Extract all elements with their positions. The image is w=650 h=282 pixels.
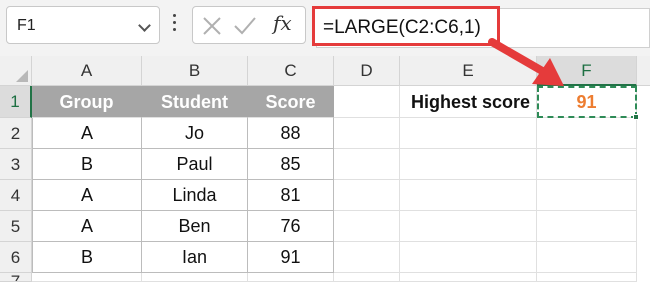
table-cell[interactable]: Jo [142, 118, 248, 149]
cell-d6[interactable] [334, 242, 400, 273]
formula-highlight-box[interactable]: =LARGE(C2:C6,1) [312, 6, 500, 46]
cell-d7[interactable] [334, 273, 400, 282]
row-header-4[interactable]: 4 [0, 180, 32, 211]
cell-f4[interactable] [537, 180, 637, 211]
table-cell[interactable]: A [32, 118, 142, 149]
table-cell[interactable]: Linda [142, 180, 248, 211]
column-header-c[interactable]: C [248, 56, 334, 86]
more-icon[interactable] [172, 14, 178, 36]
formula-buttons: fx [192, 6, 306, 44]
cell-b7[interactable] [142, 273, 248, 282]
table-cell[interactable]: A [32, 180, 142, 211]
row-header-3[interactable]: 3 [0, 149, 32, 180]
row-header-6[interactable]: 6 [0, 242, 32, 273]
formula-text: =LARGE(C2:C6,1) [323, 17, 481, 38]
cell-d2[interactable] [334, 118, 400, 149]
cell-f6[interactable] [537, 242, 637, 273]
cell-f3[interactable] [537, 149, 637, 180]
column-header-d[interactable]: D [334, 56, 400, 86]
insert-function-icon[interactable]: fx [273, 11, 292, 35]
select-all-button[interactable] [0, 56, 32, 86]
column-header-f[interactable]: F [537, 56, 637, 86]
cell-d4[interactable] [334, 180, 400, 211]
cell-f5[interactable] [537, 211, 637, 242]
spreadsheet-grid: A B C D E F 1 2 3 4 5 6 7 Group Student … [0, 56, 650, 282]
table-header-student[interactable]: Student [142, 86, 248, 118]
cell-d5[interactable] [334, 211, 400, 242]
cell-d1[interactable] [334, 86, 400, 118]
name-box[interactable]: F1 [6, 6, 160, 44]
cell-f7[interactable] [537, 273, 637, 282]
table-cell[interactable]: B [32, 149, 142, 180]
cell-e6[interactable] [400, 242, 537, 273]
column-header-b[interactable]: B [142, 56, 248, 86]
row-header-7[interactable]: 7 [0, 273, 32, 282]
cell-e5[interactable] [400, 211, 537, 242]
table-cell[interactable]: 81 [248, 180, 334, 211]
column-header-e[interactable]: E [400, 56, 537, 86]
table-cell[interactable]: Paul [142, 149, 248, 180]
name-box-value: F1 [17, 17, 36, 34]
cell-e4[interactable] [400, 180, 537, 211]
column-header-g[interactable] [637, 56, 650, 86]
cancel-icon[interactable] [201, 15, 223, 37]
table-header-score[interactable]: Score [248, 86, 334, 118]
table-cell[interactable]: 85 [248, 149, 334, 180]
table-cell[interactable]: Ben [142, 211, 248, 242]
cell-f2[interactable] [537, 118, 637, 149]
table-cell[interactable]: 91 [248, 242, 334, 273]
enter-check-icon[interactable] [233, 15, 257, 37]
cell-c7[interactable] [248, 273, 334, 282]
row-header-1[interactable]: 1 [0, 86, 32, 118]
cell-e3[interactable] [400, 149, 537, 180]
cell-e7[interactable] [400, 273, 537, 282]
table-header-group[interactable]: Group [32, 86, 142, 118]
table-cell[interactable]: 76 [248, 211, 334, 242]
formula-bar: F1 fx =LARGE(C2:C6,1) [0, 0, 650, 56]
cell-d3[interactable] [334, 149, 400, 180]
highest-score-label[interactable]: Highest score [400, 86, 537, 118]
cell-a7[interactable] [32, 273, 142, 282]
chevron-down-icon[interactable] [138, 19, 151, 32]
table-cell[interactable]: A [32, 211, 142, 242]
table-cell[interactable]: B [32, 242, 142, 273]
row-header-5[interactable]: 5 [0, 211, 32, 242]
column-header-a[interactable]: A [32, 56, 142, 86]
row-header-2[interactable]: 2 [0, 118, 32, 149]
highest-score-value[interactable]: 91 [537, 86, 637, 118]
table-cell[interactable]: 88 [248, 118, 334, 149]
cell-e2[interactable] [400, 118, 537, 149]
table-cell[interactable]: Ian [142, 242, 248, 273]
